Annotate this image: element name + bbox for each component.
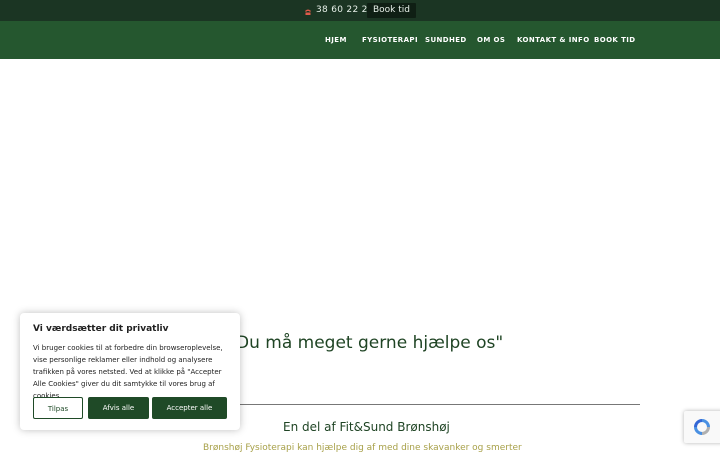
nav-item-kontakt-info[interactable]: KONTAKT & INFO — [517, 21, 590, 59]
hero-subtitle: En del af Fit&Sund Brønshøj — [283, 420, 450, 434]
section-divider — [198, 404, 640, 405]
nav-item-hjem[interactable]: HJEM — [325, 21, 347, 59]
recaptcha-badge[interactable] — [684, 411, 720, 443]
hero-intro-text: Brønshøj Fysioterapi kan hjælpe dig af m… — [203, 443, 522, 453]
cookie-title: Vi værdsætter dit privatliv — [33, 324, 169, 334]
nav-item-om-os[interactable]: OM OS — [477, 21, 505, 59]
phone-number: 38 60 22 20 — [316, 5, 374, 15]
nav-item-sundhed[interactable]: SUNDHED — [425, 21, 467, 59]
nav-item-book-tid[interactable]: BOOK TID — [594, 21, 636, 59]
cookie-reject-all-button[interactable]: Afvis alle — [88, 397, 149, 419]
hero-quote: Du må meget gerne hjælpe os" — [236, 333, 504, 353]
cookie-customize-button[interactable]: Tilpas — [33, 397, 83, 419]
book-tid-top-button[interactable]: Book tid — [367, 3, 417, 18]
cookie-accept-all-button[interactable]: Accepter alle — [152, 397, 227, 419]
phone-link[interactable]: 38 60 22 20 — [304, 3, 374, 18]
nav-item-fysioterapi[interactable]: FYSIOTERAPI — [362, 21, 418, 59]
cookie-description: Vi bruger cookies til at forbedre din br… — [33, 344, 223, 400]
cookie-consent-dialog: Vi værdsætter dit privatliv Vi bruger co… — [20, 313, 240, 430]
phone-icon — [304, 7, 312, 15]
recaptcha-icon — [694, 419, 710, 435]
